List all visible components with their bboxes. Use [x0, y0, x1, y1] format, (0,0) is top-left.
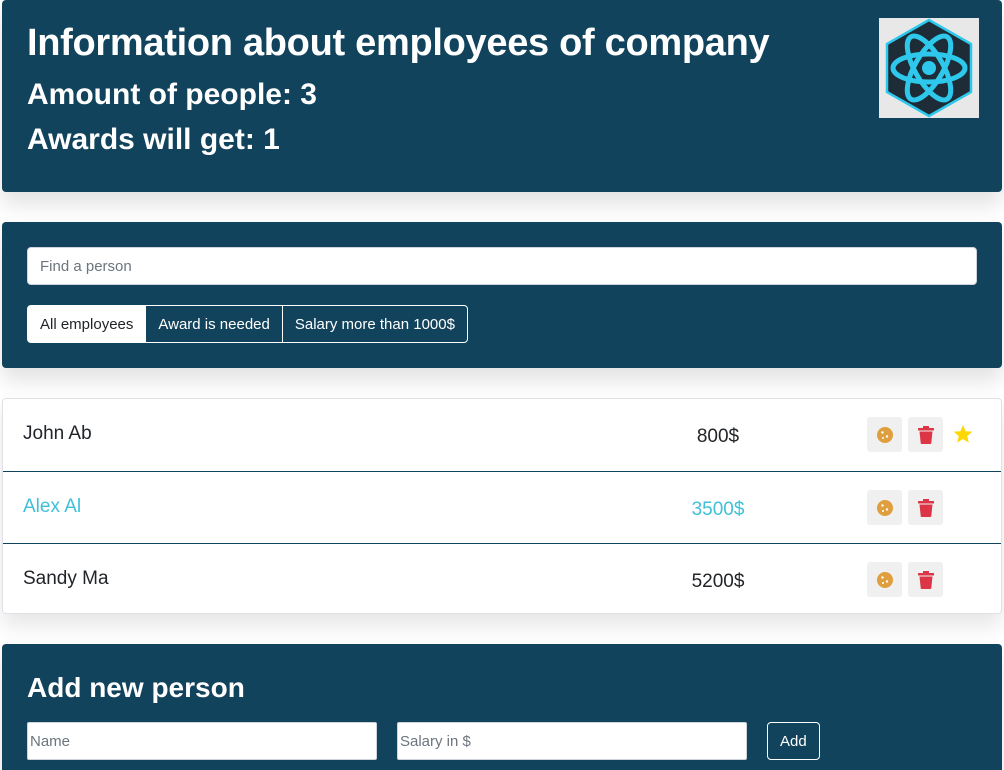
delete-button[interactable] [908, 417, 943, 452]
employee-list: John Ab 800$ Alex Al 3500$ Sandy Ma 5200… [2, 398, 1002, 614]
awards-count: Awards will get: 1 [27, 123, 280, 156]
search-panel: All employees Award is needed Salary mor… [2, 222, 1002, 368]
employee-row: John Ab 800$ [3, 399, 1001, 471]
employee-name[interactable]: Alex Al [23, 496, 81, 518]
cookie-button[interactable] [867, 562, 902, 597]
employee-salary[interactable]: 3500$ [643, 499, 793, 521]
people-count: Amount of people: 3 [27, 78, 317, 111]
add-person-panel: Add new person Add [2, 644, 1002, 770]
page-title: Information about employees of company [27, 22, 770, 64]
delete-button[interactable] [908, 490, 943, 525]
trash-icon [917, 570, 934, 589]
trash-icon [917, 498, 934, 517]
employee-row: Alex Al 3500$ [3, 471, 1001, 543]
delete-button[interactable] [908, 562, 943, 597]
app-info-header: Information about employees of company A… [2, 0, 1002, 192]
filter-all-button[interactable]: All employees [27, 305, 147, 343]
cookie-icon [876, 571, 893, 588]
add-form-title: Add new person [27, 672, 245, 703]
cookie-button[interactable] [867, 490, 902, 525]
name-input[interactable] [27, 722, 377, 760]
employee-salary[interactable]: 5200$ [643, 571, 793, 593]
trash-icon [917, 425, 934, 444]
cookie-icon [876, 426, 893, 443]
filter-salary-button[interactable]: Salary more than 1000$ [282, 305, 468, 343]
filter-group: All employees Award is needed Salary mor… [27, 305, 468, 343]
employee-name[interactable]: Sandy Ma [23, 568, 109, 590]
salary-input[interactable] [397, 722, 747, 760]
cookie-icon [876, 499, 893, 516]
cookie-button[interactable] [867, 417, 902, 452]
employee-row: Sandy Ma 5200$ [3, 543, 1001, 615]
filter-award-button[interactable]: Award is needed [146, 305, 283, 343]
employee-name[interactable]: John Ab [23, 423, 92, 445]
add-button[interactable]: Add [767, 722, 820, 760]
employee-salary[interactable]: 800$ [643, 426, 793, 448]
react-logo-icon [879, 18, 979, 118]
star-icon [953, 425, 973, 443]
search-input[interactable] [27, 247, 977, 285]
